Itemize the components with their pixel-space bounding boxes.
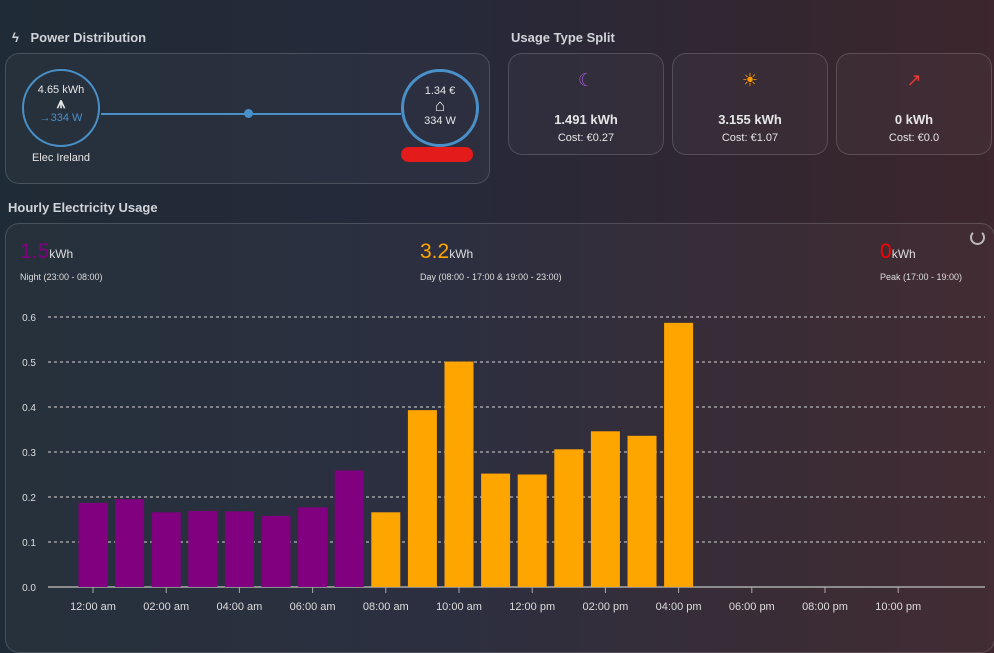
hourly-heading: Hourly Electricity Usage [8,200,158,215]
x-tick-label: 12:00 pm [509,601,555,613]
bar-day [627,435,657,587]
home-node[interactable]: 1.34 € ⌂ 334 W [401,69,479,147]
redaction-mark [401,147,473,162]
y-tick-label: 0.5 [22,358,36,369]
day-stat: 3.2kWh Day (08:00 - 17:00 & 19:00 - 23:0… [420,240,562,282]
peak-usage-card[interactable]: ↗ 0 kWh Cost: €0.0 [836,53,992,155]
night-stat: 1.5kWh Night (23:00 - 08:00) [20,240,103,282]
flow-dot [244,109,253,118]
x-tick-label: 10:00 pm [875,601,921,613]
x-tick-label: 08:00 am [363,601,409,613]
x-tick-label: 12:00 am [70,601,116,613]
x-tick-label: 02:00 pm [582,601,628,613]
y-tick-label: 0.1 [22,538,36,549]
grid-label: Elec Ireland [31,152,91,164]
x-tick-label: 04:00 pm [656,601,702,613]
usage-split-heading: Usage Type Split [511,30,615,45]
bar-day [517,474,547,587]
bar-night [224,511,254,587]
x-tick-label: 04:00 am [216,601,262,613]
moon-stars-icon: ☾ [577,70,595,90]
y-tick-label: 0.0 [22,583,36,594]
sun-clock-icon: ☀ [741,70,759,90]
bar-night [261,515,291,587]
lightning-icon: ϟ [12,30,19,45]
night-usage-card[interactable]: ☾ 1.491 kWh Cost: €0.27 [508,53,664,155]
bar-day [554,449,584,587]
refresh-icon[interactable] [970,230,985,245]
y-tick-label: 0.6 [22,313,36,324]
bar-day [444,361,474,587]
bar-night [78,502,108,587]
bar-night [115,499,145,587]
bar-day [481,473,511,587]
x-tick-label: 06:00 am [290,601,336,613]
bar-day [664,322,694,587]
grid-node[interactable]: 4.65 kWh ⩚ →334 W [22,69,100,147]
x-tick-label: 10:00 am [436,601,482,613]
hourly-bar-chart: 0.0 0.1 0.2 0.3 0.4 0.5 0.6 12:00 am 02:00 am 04:… [22,313,985,613]
x-tick-label: 02:00 am [143,601,189,613]
arrow-right-icon: → [39,112,51,124]
day-usage-card[interactable]: ☀ 3.155 kWh Cost: €1.07 [672,53,828,155]
peak-stat: 0kWh Peak (17:00 - 19:00) [880,240,963,282]
transmission-tower-icon: ⩚ [56,95,66,112]
bar-night [188,510,218,587]
y-tick-label: 0.3 [22,448,36,459]
bar-day [371,512,401,587]
home-icon: ⌂ [434,96,446,115]
x-tick-label: 06:00 pm [729,601,775,613]
y-tick-label: 0.4 [22,403,36,414]
trending-up-icon: ↗ [906,70,922,90]
bar-night [298,507,328,587]
power-distribution-card: 4.65 kWh ⩚ →334 W Elec Ireland 1.34 € ⌂ … [5,53,490,184]
x-tick-label: 08:00 pm [802,601,848,613]
y-tick-label: 0.2 [22,493,36,504]
power-distribution-heading: ϟ Power Distribution [12,30,147,45]
bar-day [590,431,620,587]
bar-night [334,470,364,587]
bar-day [407,410,437,587]
bar-night [151,512,181,587]
